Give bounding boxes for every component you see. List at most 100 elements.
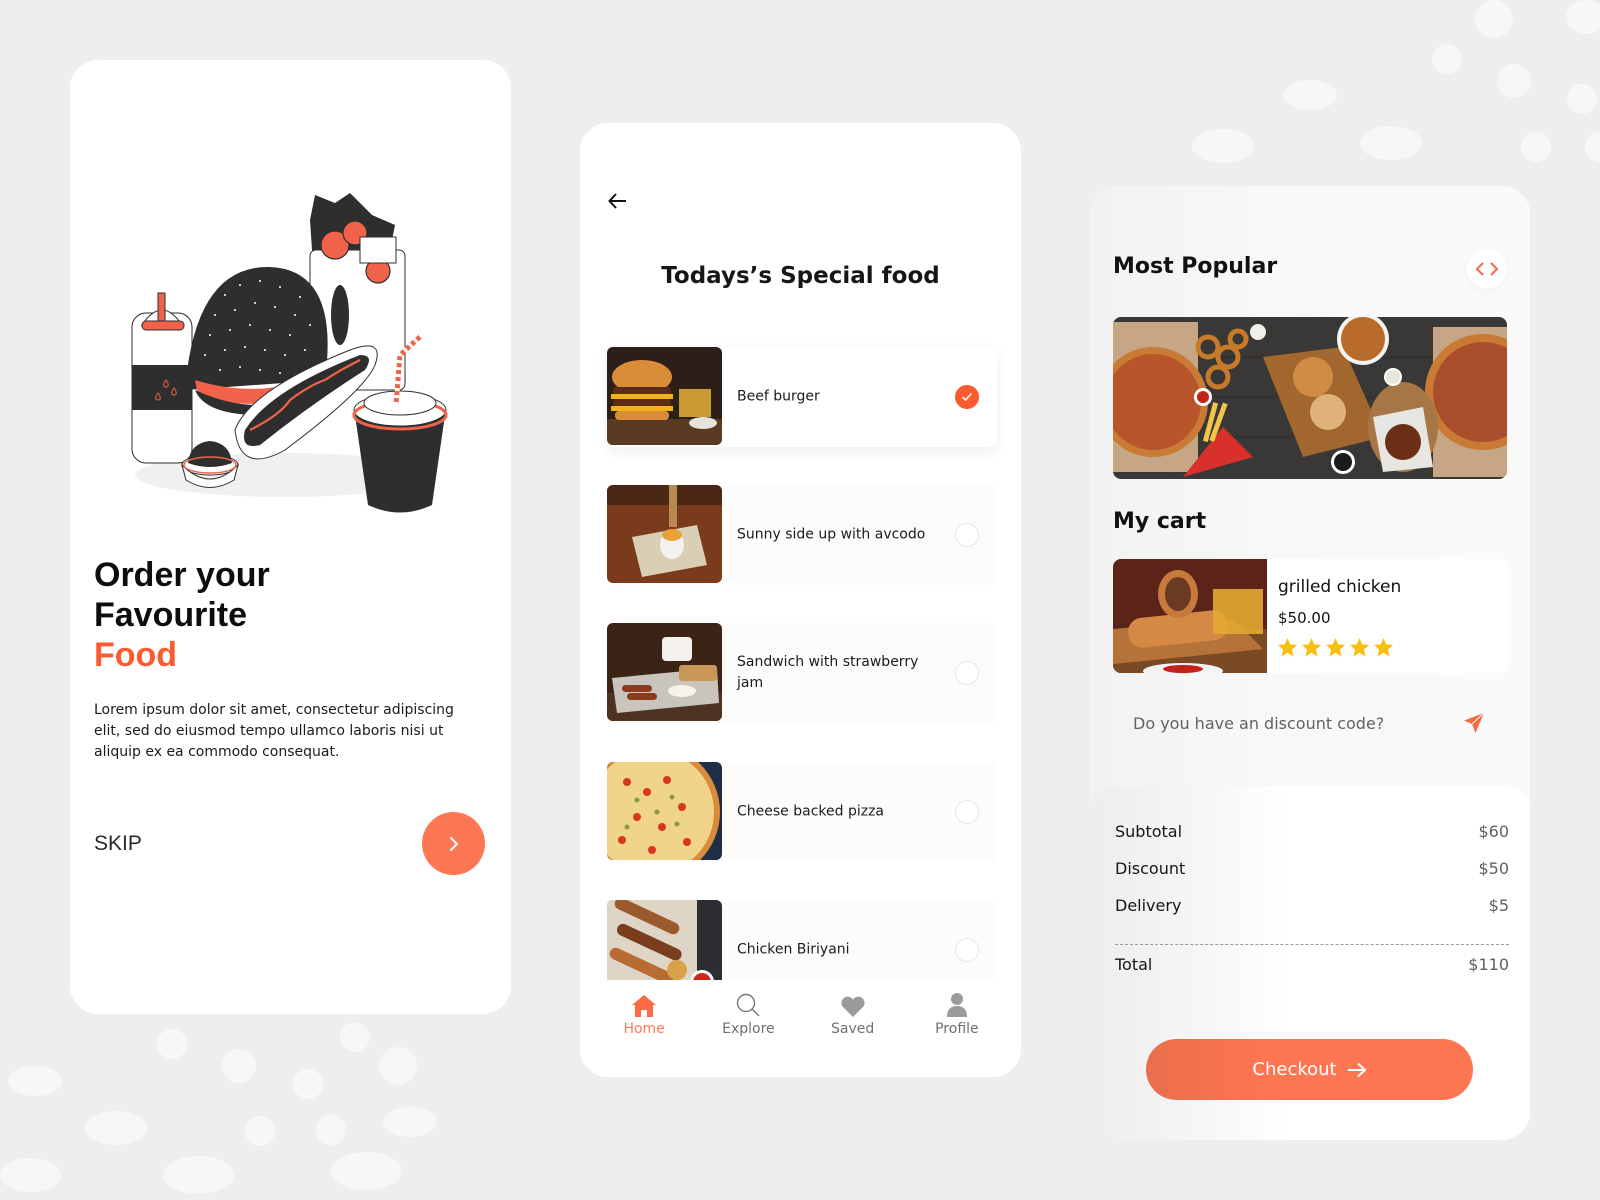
checkout-label: Checkout — [1252, 1059, 1337, 1080]
food-name: Beef burger — [737, 388, 820, 405]
beef-burger-photo — [607, 347, 722, 445]
onboarding-screen: Order your Favourite Food Lorem ipsum do… — [70, 60, 511, 1014]
decor-dot — [85, 1111, 147, 1145]
summary-value: $5 — [1488, 896, 1509, 915]
summary-value: $60 — [1478, 822, 1509, 841]
decor-dot — [340, 1022, 370, 1052]
decor-dot — [163, 1156, 234, 1194]
summary-value: $50 — [1478, 859, 1509, 878]
decor-dot — [1475, 0, 1513, 38]
summary-divider — [1115, 944, 1509, 945]
decor-dot — [1432, 44, 1462, 74]
decor-dot — [0, 1158, 61, 1192]
fast-food-illustration — [131, 193, 448, 513]
decor-dot — [1585, 132, 1600, 162]
summary-row-delivery: Delivery $5 — [1115, 896, 1509, 915]
decor-dot — [1283, 80, 1337, 110]
discount-code-field[interactable] — [1113, 698, 1508, 748]
food-name: Sandwich with strawberry jam — [737, 654, 919, 691]
star-icon — [1325, 637, 1346, 657]
food-list-item[interactable]: Beef burger — [607, 347, 997, 447]
decor-dot — [1360, 126, 1422, 160]
decor-dot — [331, 1152, 402, 1190]
decor-dot — [379, 1047, 417, 1085]
cart-item[interactable]: grilled chicken $50.00 — [1113, 559, 1508, 673]
star-icon — [1349, 637, 1370, 657]
nav-item-home[interactable]: Home — [599, 990, 689, 1077]
bottom-navigation: Home Explore Saved Profile — [580, 980, 1021, 1077]
search-icon — [737, 993, 760, 1017]
food-list-item[interactable]: Sandwich with strawberry jam — [607, 623, 997, 723]
summary-row-subtotal: Subtotal $60 — [1115, 822, 1509, 841]
star-icon — [1373, 637, 1394, 657]
decor-dot — [293, 1069, 323, 1099]
selection-radio[interactable] — [955, 385, 979, 409]
onboarding-title: Order your Favourite Food — [94, 555, 270, 675]
food-list-item[interactable]: Cheese backed pizza — [607, 762, 997, 862]
arrow-right-icon — [1347, 1062, 1367, 1077]
special-food-screen: Todays’s Special food Beef burger Sunny … — [580, 123, 1021, 1077]
summary-label: Delivery — [1115, 896, 1182, 915]
decor-dot — [1192, 129, 1254, 163]
nav-item-profile[interactable]: Profile — [912, 990, 1002, 1077]
star-icon — [1301, 637, 1322, 657]
send-icon — [1464, 712, 1485, 733]
skip-button[interactable]: SKIP — [94, 832, 142, 856]
next-button[interactable] — [422, 812, 485, 875]
food-list-item[interactable]: Sunny side up with avcodo — [607, 485, 997, 585]
total-value: $110 — [1468, 955, 1509, 974]
most-popular-heading: Most Popular — [1113, 254, 1278, 279]
food-name: Sunny side up with avcodo — [737, 526, 926, 543]
nav-label: Profile — [935, 1021, 979, 1037]
nav-label: Home — [623, 1021, 665, 1037]
back-button[interactable] — [606, 189, 630, 213]
cart-item-price: $50.00 — [1278, 609, 1331, 627]
decor-dot — [245, 1116, 275, 1146]
decor-dot — [1497, 64, 1531, 98]
page-title: Todays’s Special food — [661, 263, 940, 289]
fast-food-spread-photo[interactable] — [1113, 317, 1507, 479]
arrow-left-icon — [608, 193, 626, 209]
chicken-wrap-photo — [1113, 559, 1267, 673]
decor-dot — [157, 1029, 187, 1059]
decor-dot — [1566, 0, 1600, 34]
heart-icon — [841, 996, 865, 1017]
selection-radio[interactable] — [955, 661, 979, 685]
apply-discount-button[interactable] — [1460, 709, 1488, 737]
summary-label: Discount — [1115, 859, 1186, 878]
summary-label: Subtotal — [1115, 822, 1183, 841]
decor-dot — [383, 1107, 437, 1137]
selection-radio[interactable] — [955, 800, 979, 824]
title-accent-word: Food — [94, 636, 178, 674]
nav-label: Saved — [830, 1021, 875, 1037]
breakfast-plate-photo — [607, 623, 722, 721]
decor-dot — [222, 1049, 256, 1083]
total-label: Total — [1115, 955, 1153, 974]
discount-code-input[interactable] — [1133, 713, 1433, 733]
chevron-right-icon — [449, 836, 458, 851]
summary-row-discount: Discount $50 — [1115, 859, 1509, 878]
carousel-arrows-button[interactable] — [1467, 249, 1507, 289]
egg-breakfast-photo — [607, 485, 722, 583]
checkout-button[interactable]: Checkout — [1146, 1039, 1473, 1100]
star-icon — [1277, 637, 1298, 657]
nav-item-explore[interactable]: Explore — [703, 990, 793, 1077]
decor-dot — [8, 1066, 62, 1096]
rating-stars — [1277, 637, 1394, 657]
decor-dot — [316, 1115, 346, 1145]
nav-item-saved[interactable]: Saved — [808, 990, 898, 1077]
pizza-photo — [607, 762, 722, 860]
decor-dot — [1521, 132, 1551, 162]
nav-label: Explore — [722, 1021, 775, 1037]
cart-screen: Most Popular My cart grilled chicken $50… — [1090, 186, 1530, 1140]
title-line-1: Order your — [94, 556, 270, 594]
decor-dot — [1567, 84, 1597, 114]
selection-radio[interactable] — [955, 938, 979, 962]
my-cart-heading: My cart — [1113, 509, 1207, 534]
title-line-2: Favourite — [94, 596, 248, 634]
home-icon — [632, 995, 657, 1017]
onboarding-description: Lorem ipsum dolor sit amet, consectetur … — [94, 702, 454, 760]
food-name: Chicken Biriyani — [737, 941, 850, 958]
selection-radio[interactable] — [955, 523, 979, 547]
cart-item-name: grilled chicken — [1278, 577, 1402, 597]
